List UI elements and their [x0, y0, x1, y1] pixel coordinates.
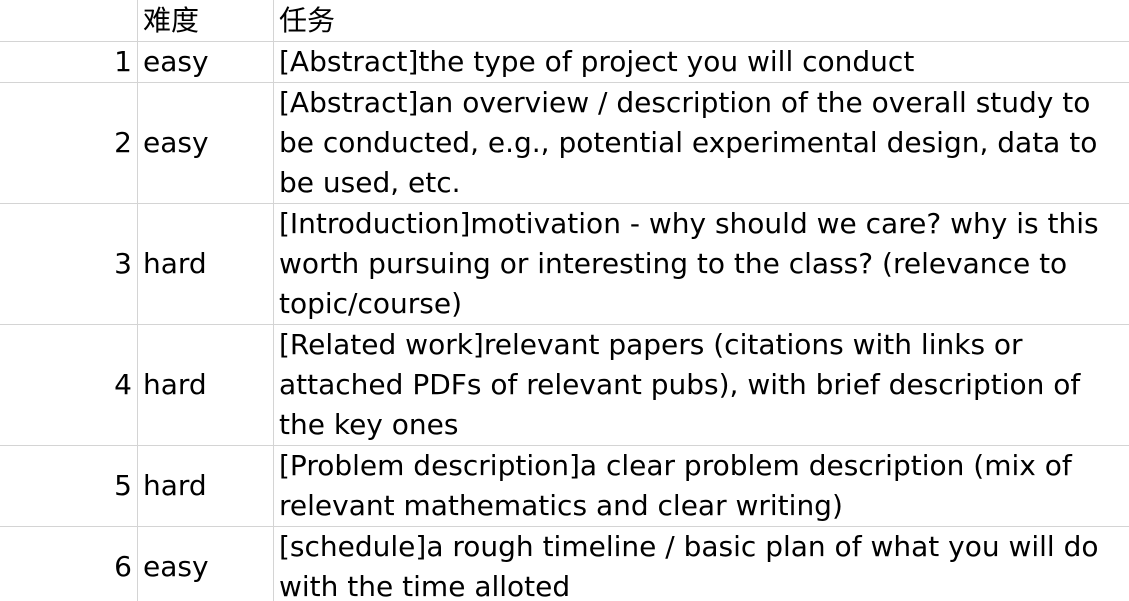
table-row: 3 hard [Introduction]motivation - why sh…	[0, 203, 1129, 325]
row-index-cell[interactable]: 3	[0, 203, 138, 325]
difficulty-cell[interactable]: hard	[137, 445, 274, 527]
task-cell[interactable]: [Abstract]an overview / description of t…	[273, 82, 1129, 204]
task-cell[interactable]: [Abstract]the type of project you will c…	[273, 41, 1129, 83]
header-difficulty-cell[interactable]: 难度	[137, 0, 274, 42]
task-table: 难度 任务 1 easy [Abstract]the type of proje…	[0, 0, 1129, 601]
table-row: 2 easy [Abstract]an overview / descripti…	[0, 82, 1129, 204]
table-row: 5 hard [Problem description]a clear prob…	[0, 445, 1129, 527]
difficulty-cell[interactable]: hard	[137, 203, 274, 325]
row-index-cell[interactable]: 5	[0, 445, 138, 527]
table-row: 1 easy [Abstract]the type of project you…	[0, 41, 1129, 83]
header-row: 难度 任务	[0, 0, 1129, 42]
row-index-cell[interactable]: 2	[0, 82, 138, 204]
difficulty-cell[interactable]: hard	[137, 324, 274, 446]
task-cell[interactable]: [Related work]relevant papers (citations…	[273, 324, 1129, 446]
task-cell[interactable]: [Problem description]a clear problem des…	[273, 445, 1129, 527]
difficulty-cell[interactable]: easy	[137, 526, 274, 601]
spreadsheet-grid: 难度 任务 1 easy [Abstract]the type of proje…	[0, 0, 1129, 601]
row-index-cell[interactable]: 4	[0, 324, 138, 446]
table-row: 6 easy [schedule]a rough timeline / basi…	[0, 526, 1129, 601]
table-row: 4 hard [Related work]relevant papers (ci…	[0, 324, 1129, 446]
header-index-cell[interactable]	[0, 0, 138, 42]
row-index-cell[interactable]: 6	[0, 526, 138, 601]
task-cell[interactable]: [Introduction]motivation - why should we…	[273, 203, 1129, 325]
difficulty-cell[interactable]: easy	[137, 82, 274, 204]
header-task-cell[interactable]: 任务	[273, 0, 1129, 42]
row-index-cell[interactable]: 1	[0, 41, 138, 83]
task-cell[interactable]: [schedule]a rough timeline / basic plan …	[273, 526, 1129, 601]
difficulty-cell[interactable]: easy	[137, 41, 274, 83]
